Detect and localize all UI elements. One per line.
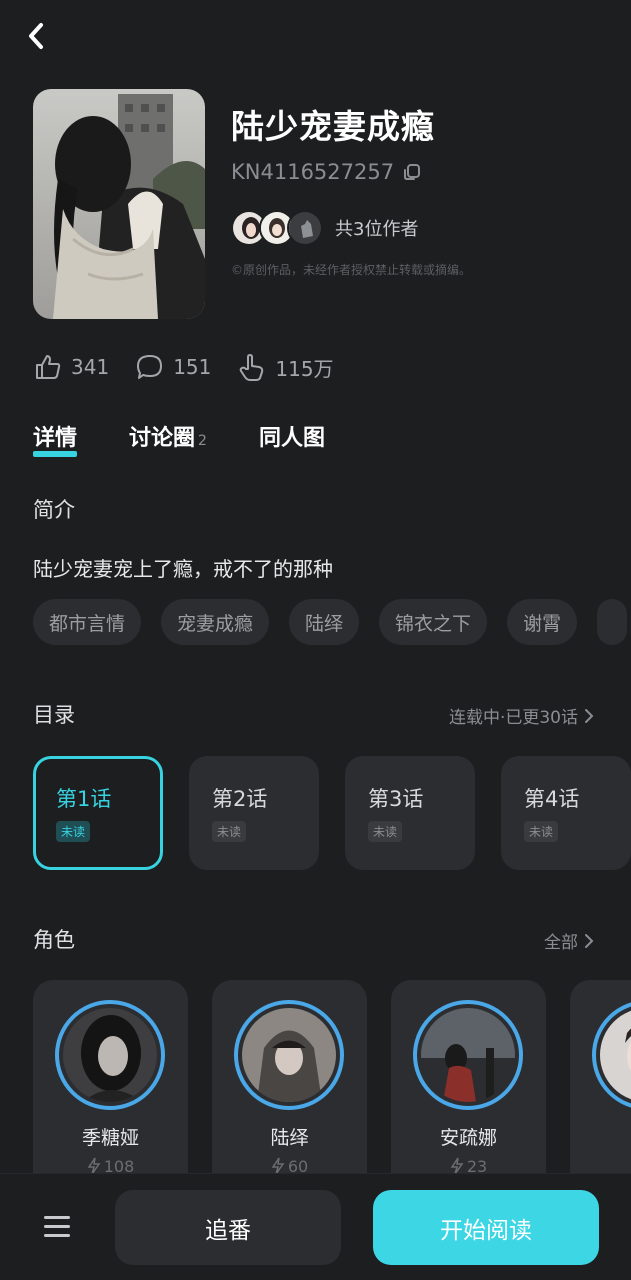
character-avatar-ring xyxy=(234,1000,344,1110)
character-score: 23 xyxy=(466,1157,488,1173)
lightning-icon xyxy=(271,1157,285,1173)
bottom-action-bar: 追番 开始阅读 xyxy=(0,1173,631,1280)
back-button[interactable] xyxy=(18,18,54,54)
stats-row: 341 151 115万 xyxy=(33,352,334,382)
comic-code: KN4116527257 xyxy=(231,160,395,184)
start-reading-button[interactable]: 开始阅读 xyxy=(373,1190,599,1265)
tag-chip[interactable]: 锦衣之下 xyxy=(379,599,488,645)
catalog-heading: 目录 xyxy=(33,703,75,727)
follow-button[interactable]: 追番 xyxy=(115,1190,341,1265)
episode-list: 第1话 未读 第2话 未读 第3话 未读 第4话 未读 xyxy=(33,756,631,872)
episode-status: 未读 xyxy=(212,821,247,842)
episode-title: 第4话 xyxy=(524,787,580,811)
discussion-badge: 2 xyxy=(198,433,207,449)
cover-image[interactable] xyxy=(33,89,205,319)
episode-card[interactable]: 第4话 未读 xyxy=(501,756,631,870)
character-name: 季糖娅 xyxy=(81,1127,139,1149)
episode-title: 第2话 xyxy=(212,787,268,811)
chevron-right-icon xyxy=(585,933,594,948)
fans-count: 115万 xyxy=(275,356,334,381)
authors-row[interactable]: 共3位作者 xyxy=(231,210,418,246)
tag-list: 都市言情 宠妻成瘾 陆绎 锦衣之下 谢霄 xyxy=(33,599,631,647)
catalog-link[interactable]: 连载中·已更30话 xyxy=(449,703,594,728)
copy-icon[interactable] xyxy=(402,162,422,182)
tag-chip[interactable]: 陆绎 xyxy=(289,599,360,645)
episode-status: 未读 xyxy=(56,821,91,842)
author-avatar xyxy=(287,210,323,246)
character-score: 60 xyxy=(287,1157,309,1173)
episode-status: 未读 xyxy=(524,821,559,842)
comment-bubble-icon xyxy=(137,355,163,379)
character-card[interactable]: 季 xyxy=(570,980,631,1173)
tab-discussion[interactable]: 讨论圈 2 xyxy=(129,420,207,452)
episode-card[interactable]: 第1话 未读 xyxy=(33,756,163,870)
tag-chip[interactable]: 都市言情 xyxy=(33,599,142,645)
lightning-icon xyxy=(87,1157,101,1173)
menu-icon xyxy=(44,1216,70,1237)
comic-title: 陆少宠妻成瘾 xyxy=(231,107,435,146)
thumbs-up-icon xyxy=(36,355,61,379)
menu-button[interactable] xyxy=(40,1212,76,1242)
character-card[interactable]: 季糖娅 108 xyxy=(33,980,188,1173)
like-count: 341 xyxy=(71,355,110,379)
authors-count: 共3位作者 xyxy=(335,219,419,240)
character-avatar xyxy=(421,1008,515,1102)
character-card[interactable]: 陆绎 60 xyxy=(212,980,367,1173)
character-avatar xyxy=(242,1008,336,1102)
episode-title: 第3话 xyxy=(368,787,424,811)
tag-chip[interactable]: 宠妻成瘾 xyxy=(161,599,270,645)
tab-details[interactable]: 详情 xyxy=(33,420,78,457)
character-avatar-ring xyxy=(592,1000,631,1110)
character-card[interactable]: 安疏娜 23 xyxy=(391,980,546,1173)
character-avatar-ring xyxy=(413,1000,523,1110)
episode-card[interactable]: 第2话 未读 xyxy=(189,756,319,870)
catalog-status: 连载中·已更30话 xyxy=(448,708,578,728)
characters-all-label: 全部 xyxy=(544,933,578,953)
character-name: 安疏娜 xyxy=(439,1127,497,1149)
like-stat[interactable]: 341 xyxy=(33,352,109,382)
intro-text: 陆少宠妻宠上了瘾，戒不了的那种 xyxy=(33,557,333,581)
characters-heading: 角色 xyxy=(33,928,75,952)
comment-stat[interactable]: 151 xyxy=(135,352,211,382)
tab-bar: 详情 讨论圈 2 同人图 xyxy=(33,420,377,457)
tab-fanart[interactable]: 同人图 xyxy=(259,420,325,452)
copyright-notice: ©原创作品，未经作者授权禁止转载或摘编。 xyxy=(231,263,472,277)
comment-count: 151 xyxy=(173,355,212,379)
character-score-row: 60 xyxy=(212,1157,367,1173)
character-score-row: 108 xyxy=(33,1157,188,1173)
episode-status: 未读 xyxy=(368,821,403,842)
characters-all-link[interactable]: 全部 xyxy=(544,928,594,953)
character-avatar xyxy=(600,1008,631,1102)
character-name: 季 xyxy=(570,1123,631,1150)
character-score: 108 xyxy=(103,1157,135,1173)
character-name: 陆绎 xyxy=(270,1127,309,1149)
episode-card[interactable]: 第3话 未读 xyxy=(345,756,475,870)
chevron-left-icon xyxy=(29,23,43,49)
tag-chip[interactable]: 谢霄 xyxy=(507,599,578,645)
character-avatar-ring xyxy=(55,1000,165,1110)
intro-heading: 简介 xyxy=(33,498,75,522)
episode-title: 第1话 xyxy=(56,787,112,811)
tag-chip-partial[interactable] xyxy=(597,599,628,645)
comic-code-row: KN4116527257 xyxy=(231,160,422,184)
character-list: 季糖娅 108 陆绎 60 安疏娜 23 xyxy=(33,980,631,1173)
hand-point-icon xyxy=(240,354,264,381)
lightning-icon xyxy=(450,1157,464,1173)
character-score-row: 23 xyxy=(391,1157,546,1173)
character-avatar xyxy=(63,1008,157,1102)
chevron-right-icon xyxy=(585,708,594,723)
fans-stat[interactable]: 115万 xyxy=(237,352,334,382)
